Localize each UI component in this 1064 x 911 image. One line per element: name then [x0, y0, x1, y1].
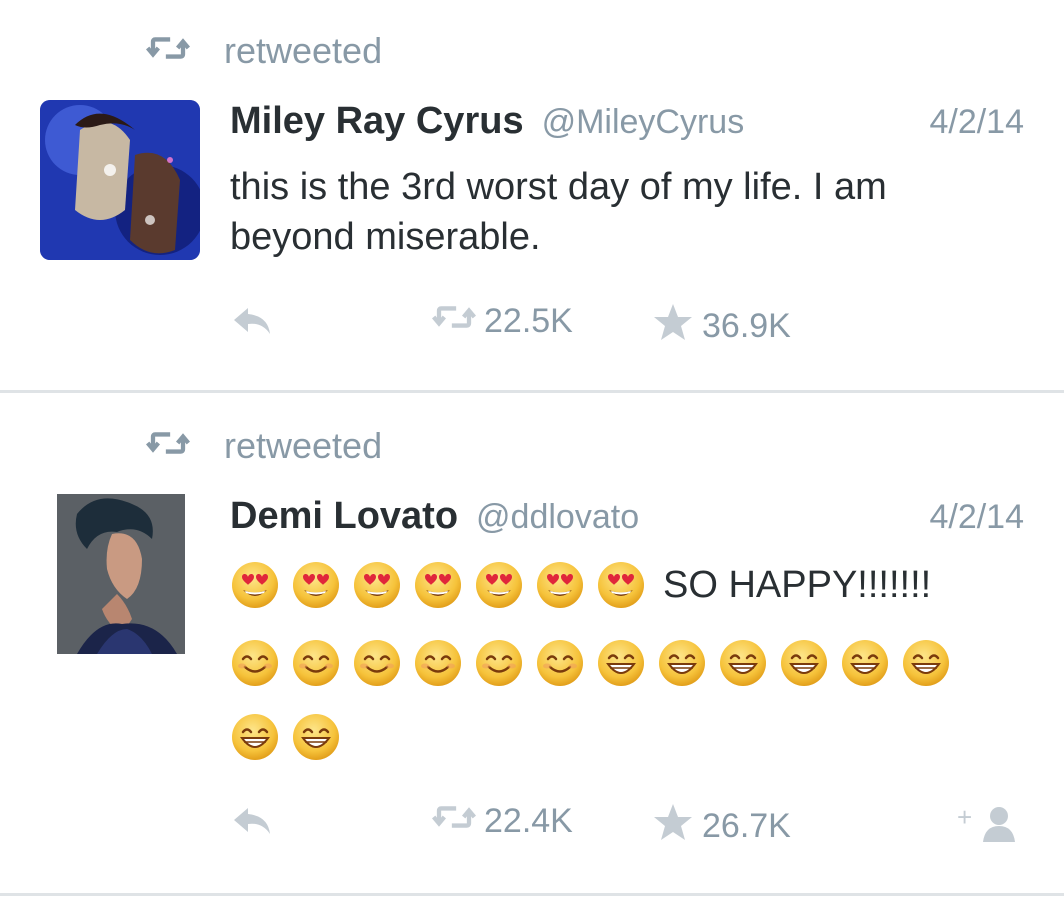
- retweet-icon: [432, 802, 476, 841]
- smile-emoji-icon: [474, 638, 524, 688]
- star-icon: [652, 802, 694, 851]
- grin-emoji-icon: [901, 638, 951, 688]
- star-icon: [652, 302, 694, 351]
- retweeted-indicator: retweeted: [146, 30, 382, 72]
- user-handle[interactable]: @ddlovato: [476, 498, 639, 537]
- favorite-count: 36.9K: [702, 307, 791, 345]
- retweet-count: 22.5K: [484, 302, 573, 340]
- follow-button[interactable]: +: [955, 802, 1027, 855]
- reply-button[interactable]: [230, 802, 274, 847]
- retweet-button[interactable]: 22.4K: [432, 802, 573, 841]
- tweet-date[interactable]: 4/2/14: [929, 103, 1024, 142]
- heart-eyes-emoji-icon: [476, 562, 522, 608]
- reply-icon: [230, 302, 274, 347]
- tweet-text-line: [230, 638, 962, 688]
- tweet-divider: [0, 893, 1064, 896]
- favorite-button[interactable]: 26.7K: [652, 802, 791, 851]
- tweet-text-line: [230, 712, 352, 762]
- tweet-text: SO HAPPY!!!!!!!: [663, 563, 932, 606]
- grin-emoji-icon: [840, 638, 890, 688]
- tweet-date[interactable]: 4/2/14: [929, 498, 1024, 537]
- heart-eyes-emoji-icon: [232, 562, 278, 608]
- heart-eyes-emoji-icon: [354, 562, 400, 608]
- heart-eyes-emoji-icon: [415, 562, 461, 608]
- add-user-icon: +: [955, 802, 1027, 855]
- reply-button[interactable]: [230, 302, 274, 347]
- retweet-icon: [146, 30, 190, 72]
- retweet-count: 22.4K: [484, 802, 573, 840]
- heart-eyes-emoji-icon: [598, 562, 644, 608]
- heart-eyes-emoji-icon: [293, 562, 339, 608]
- retweet-icon: [432, 302, 476, 341]
- reply-icon: [230, 802, 274, 847]
- display-name[interactable]: Miley Ray Cyrus: [230, 100, 524, 143]
- heart-eyes-emoji-icon: [537, 562, 583, 608]
- tweet-actions: 22.5K 36.9K: [0, 302, 1064, 352]
- smile-emoji-icon: [535, 638, 585, 688]
- retweeted-indicator: retweeted: [146, 425, 382, 467]
- tweet-header: Demi Lovato @ddlovato 4/2/14: [230, 495, 1024, 538]
- grin-emoji-icon: [779, 638, 829, 688]
- grin-emoji-icon: [718, 638, 768, 688]
- tweet-demi[interactable]: retweeted Demi Lovato @ddlovato 4/2/14 S…: [0, 393, 1064, 893]
- smile-emoji-icon: [291, 638, 341, 688]
- avatar-demi[interactable]: [57, 494, 185, 654]
- retweet-button[interactable]: 22.5K: [432, 302, 573, 341]
- favorite-count: 26.7K: [702, 807, 791, 845]
- tweet-text: this is the 3rd worst day of my life. I …: [230, 166, 887, 258]
- tweet-miley[interactable]: retweeted Miley Ray Cyrus @MileyCyrus 4/…: [0, 0, 1064, 390]
- user-handle[interactable]: @MileyCyrus: [542, 103, 745, 142]
- grin-emoji-icon: [657, 638, 707, 688]
- smile-emoji-icon: [352, 638, 402, 688]
- retweeted-label: retweeted: [224, 30, 383, 71]
- avatar-miley[interactable]: [40, 100, 200, 260]
- grin-emoji-icon: [291, 712, 341, 762]
- display-name[interactable]: Demi Lovato: [230, 495, 458, 538]
- grin-emoji-icon: [230, 712, 280, 762]
- smile-emoji-icon: [230, 638, 280, 688]
- grin-emoji-icon: [596, 638, 646, 688]
- tweet-actions: 22.4K 26.7K +: [0, 802, 1064, 852]
- svg-text:+: +: [957, 802, 972, 832]
- smile-emoji-icon: [413, 638, 463, 688]
- retweet-icon: [146, 425, 190, 467]
- tweet-text-line: SO HAPPY!!!!!!!: [230, 560, 931, 610]
- favorite-button[interactable]: 36.9K: [652, 302, 791, 351]
- tweet-header: Miley Ray Cyrus @MileyCyrus 4/2/14: [230, 100, 1024, 143]
- retweeted-label: retweeted: [224, 425, 383, 466]
